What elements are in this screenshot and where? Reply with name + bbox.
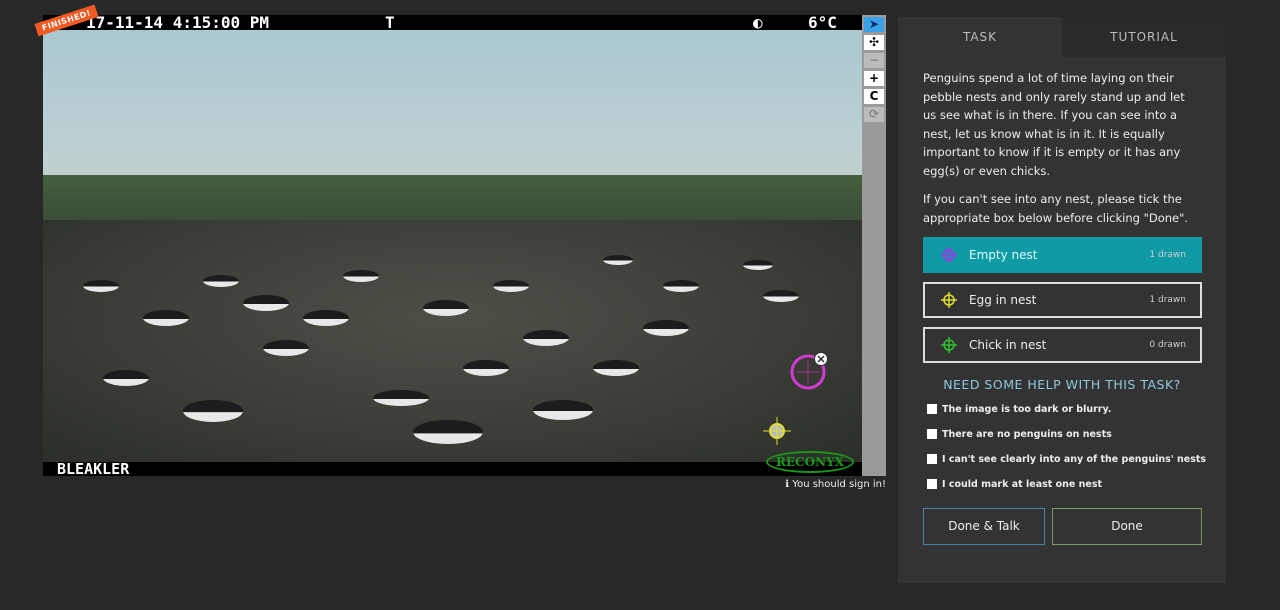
done-button[interactable]: Done xyxy=(1052,508,1202,545)
checkbox-label: The image is too dark or blurry. xyxy=(942,403,1112,415)
image-toolbar: ➤ ✣ − + C ⟳ xyxy=(862,15,886,476)
subject-image-viewer[interactable]: 17-11-14 4:15:00 PM T ◐ 6°C BLEAKLER REC… xyxy=(43,15,862,476)
checkbox-label: I can't see clearly into any of the peng… xyxy=(942,453,1207,465)
tool-label: Empty nest xyxy=(969,248,1038,262)
empty-nest-marker[interactable] xyxy=(788,350,828,392)
tool-count: 1 drawn xyxy=(1149,250,1186,260)
tab-tutorial[interactable]: TUTORIAL xyxy=(1062,17,1226,57)
empty-nest-tool[interactable]: Empty nest 1 drawn xyxy=(923,237,1202,273)
sky xyxy=(43,30,862,190)
checkbox-cant-see[interactable]: I can't see clearly into any of the peng… xyxy=(927,451,1226,467)
rotate-icon[interactable]: C xyxy=(864,89,884,104)
temperature: 6°C xyxy=(808,15,837,32)
checkbox-no-penguins[interactable]: There are no penguins on nests xyxy=(927,426,1226,442)
reset-icon[interactable]: ⟳ xyxy=(864,107,884,122)
timestamp: 17-11-14 4:15:00 PM xyxy=(86,15,270,32)
camera-info-bar: 17-11-14 4:15:00 PM T ◐ 6°C xyxy=(43,15,862,32)
done-and-talk-button[interactable]: Done & Talk xyxy=(923,508,1045,545)
checkbox-label: There are no penguins on nests xyxy=(942,428,1112,440)
tool-count: 1 drawn xyxy=(1149,295,1186,305)
camera-name: BLEAKLER xyxy=(43,462,862,476)
zoom-out-icon[interactable]: − xyxy=(864,53,884,68)
penguin-colony-ground xyxy=(43,220,862,462)
egg-nest-marker[interactable] xyxy=(762,416,792,446)
tab-task[interactable]: TASK xyxy=(898,17,1062,57)
grass xyxy=(43,175,862,225)
crosshair-icon xyxy=(941,292,957,308)
sign-in-notice[interactable]: ℹ You should sign in! xyxy=(785,479,886,490)
moon-phase-icon: ◐ xyxy=(753,15,763,32)
crosshair-icon xyxy=(941,337,957,353)
crosshair-icon xyxy=(941,247,957,263)
tool-label: Chick in nest xyxy=(969,338,1047,352)
info-icon: ℹ xyxy=(785,479,790,490)
reconyx-logo: RECONYX xyxy=(766,451,854,473)
pan-tool-icon[interactable]: ✣ xyxy=(864,35,884,50)
egg-in-nest-tool[interactable]: Egg in nest 1 drawn xyxy=(923,282,1202,318)
checkbox-label: I could mark at least one nest xyxy=(942,478,1103,490)
task-instructions-note: If you can't see into any nest, please t… xyxy=(923,192,1189,225)
tool-count: 0 drawn xyxy=(1149,340,1186,350)
chick-in-nest-tool[interactable]: Chick in nest 0 drawn xyxy=(923,327,1202,363)
help-heading: NEED SOME HELP WITH THIS TASK? xyxy=(943,377,1181,392)
sign-in-text: You should sign in! xyxy=(792,479,886,490)
checkbox-marked-one[interactable]: I could mark at least one nest xyxy=(927,476,1226,492)
tool-label: Egg in nest xyxy=(969,293,1037,307)
task-instructions: Penguins spend a lot of time laying on t… xyxy=(923,71,1185,178)
task-panel: TASK TUTORIAL Penguins spend a lot of ti… xyxy=(898,17,1226,583)
temp-marker: T xyxy=(385,15,395,32)
pointer-tool-icon[interactable]: ➤ xyxy=(864,17,884,32)
zoom-in-icon[interactable]: + xyxy=(864,71,884,86)
checkbox-too-dark[interactable]: The image is too dark or blurry. xyxy=(927,401,1226,417)
